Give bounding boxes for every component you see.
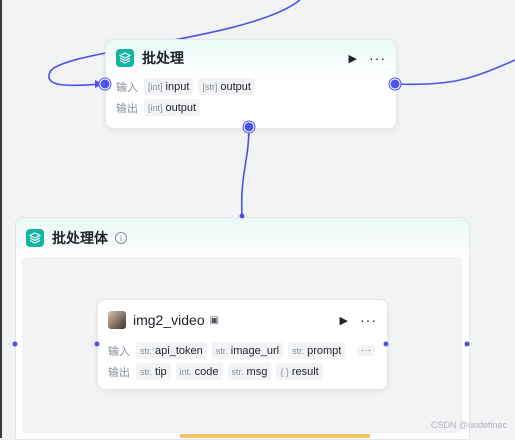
batch-body-header[interactable]: 批处理体 i [16,218,469,258]
batch-node-header[interactable]: 批处理 ▶ ··· [106,40,396,76]
input-param: str. api_token [136,342,207,359]
play-icon[interactable]: ▶ [349,52,357,65]
input-label: 输入 [108,345,130,358]
batch-outputs-row: 输出 [int] output [106,97,396,118]
watermark: CSDN @undefinec [430,420,507,430]
layers-icon [26,229,44,247]
input-param: str. prompt [288,342,346,359]
batch-node[interactable]: 批处理 ▶ ··· 输入 [int] input [str] output 输出 [… [105,39,397,129]
batch-inputs-row: 输入 [int] input [str] output [106,76,396,97]
input-param: [str] output [198,78,255,95]
input-param: str. image_url [211,342,284,359]
img-output-port[interactable] [383,341,389,347]
img-input-port[interactable] [94,341,100,347]
avatar [108,311,126,329]
batch-input-port[interactable] [99,78,111,90]
more-icon[interactable]: ··· [360,312,377,328]
output-param: str. tip [136,363,171,380]
img-inputs-row: 输入 str. api_token str. image_url str. promp… [98,340,387,361]
play-icon[interactable]: ▶ [340,314,348,327]
output-param: str. msg [227,363,272,380]
img-node-title: img2_video [133,312,205,328]
img-outputs-row: 输出 str. tip int. code str. msg { } result [98,361,387,382]
output-param: { } result [276,363,323,380]
canvas-left-edge [0,0,2,438]
img2-video-node[interactable]: img2_video ▣ ▶ ··· 输入 str. api_token str.… [97,299,388,390]
batch-node-title: 批处理 [142,50,184,66]
input-param: [int] input [144,78,194,95]
plugin-icon: ▣ [209,314,220,326]
output-label: 输出 [108,366,130,379]
body-top-port[interactable] [239,213,245,219]
output-param: int. code [175,363,223,380]
group-left-port[interactable] [12,341,18,347]
output-label: 输出 [116,102,138,115]
input-label: 输入 [116,81,138,94]
group-right-port[interactable] [464,341,470,347]
more-icon[interactable]: ··· [369,50,386,66]
more-inputs-button[interactable]: ··· [357,345,375,356]
batch-output-port[interactable] [389,78,401,90]
output-param: [int] output [144,99,201,116]
layers-icon [116,49,134,67]
info-icon[interactable]: i [115,232,127,244]
img-node-header[interactable]: img2_video ▣ ▶ ··· [98,300,387,340]
batch-bottom-port[interactable] [243,121,255,133]
bottom-toolbar-edge [180,434,370,438]
batch-body-title: 批处理体 [52,230,108,246]
